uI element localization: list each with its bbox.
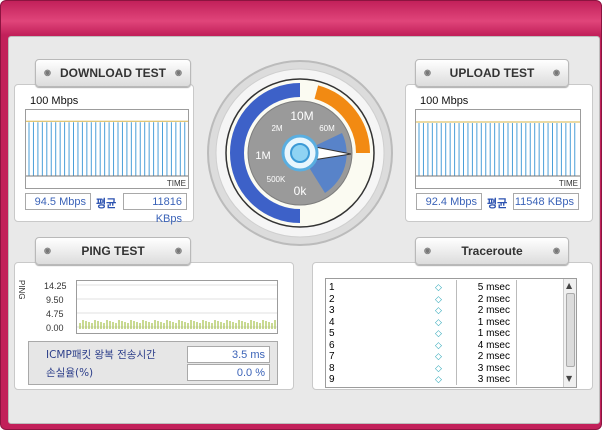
upload-graph: TIME <box>415 109 581 189</box>
gauge-label-60m: 60M <box>319 124 335 133</box>
gauge-label-1m: 1M <box>255 150 270 162</box>
traceroute-time: 1 msec <box>477 316 510 328</box>
traceroute-time: 1 msec <box>477 328 510 339</box>
traceroute-hop: 8 <box>329 362 335 374</box>
traceroute-hop-marker-icon: ◇ <box>435 316 442 327</box>
traceroute-row: 6 ◇ 4 msec <box>326 337 560 351</box>
tab-rivet-icon: ◉ <box>175 246 182 255</box>
icmp-value-field: 3.5 ms <box>187 346 270 363</box>
ping-tick-0: 14.25 <box>44 281 67 291</box>
traceroute-row: 8 ◇ 3 msec <box>326 360 560 374</box>
traceroute-tab[interactable]: ◉ Traceroute ◉ <box>415 237 569 265</box>
gauge-label-0k: 0k <box>294 184 308 198</box>
traceroute-row: 4 ◇ 1 msec <box>326 314 560 328</box>
scroll-up-icon[interactable]: ▲ <box>566 281 572 290</box>
traceroute-hop-marker-icon: ◇ <box>435 339 442 350</box>
scroll-down-icon[interactable]: ▼ <box>566 374 572 383</box>
download-title: DOWNLOAD TEST <box>60 66 166 80</box>
download-avg-label: 평균 <box>96 197 117 210</box>
traceroute-row: 2 ◇ 2 msec <box>326 291 560 305</box>
upload-test-tab[interactable]: ◉ UPLOAD TEST ◉ <box>415 59 569 87</box>
upload-bars <box>416 121 580 177</box>
traceroute-time: 2 msec <box>477 305 510 316</box>
ping-axis-label: PING <box>17 280 26 300</box>
traceroute-row: 1 ◇ 5 msec <box>326 280 560 293</box>
traceroute-row: 5 ◇ 1 msec <box>326 326 560 339</box>
traceroute-row: 9 ◇ 3 msec <box>326 372 560 385</box>
scroll-thumb[interactable] <box>566 293 575 367</box>
gauge-label-500k: 500K <box>267 175 286 184</box>
ping-title: PING TEST <box>81 244 145 258</box>
traceroute-hop-marker-icon: ◇ <box>435 293 442 304</box>
upload-title: UPLOAD TEST <box>449 66 535 80</box>
ping-tick-2: 4.75 <box>46 309 64 319</box>
upload-avg-field: 11548 KBps <box>513 193 579 210</box>
download-avg-field: 11816 KBps <box>123 193 187 225</box>
tab-rivet-icon: ◉ <box>175 68 182 77</box>
traceroute-hop-marker-icon: ◇ <box>435 362 442 373</box>
upload-time-label: TIME <box>558 179 578 188</box>
download-graph: TIME <box>25 109 189 189</box>
traceroute-hop: 2 <box>329 293 335 305</box>
traceroute-separator <box>516 372 517 385</box>
ping-bars <box>77 284 277 329</box>
loss-label: 손실율(%) <box>46 367 94 379</box>
download-time-label: TIME <box>166 179 186 188</box>
traceroute-separator <box>456 372 457 385</box>
traceroute-time: 2 msec <box>477 293 510 305</box>
traceroute-list[interactable]: 1 ◇ 5 msec 2 ◇ 2 msec 3 ◇ 2 msec 4 ◇ 1 msec 5 ◇ 1 msec… <box>325 278 577 388</box>
traceroute-row: 7 ◇ 2 msec <box>326 349 560 362</box>
tab-rivet-icon: ◉ <box>424 246 431 255</box>
download-bars <box>26 120 188 177</box>
tab-rivet-icon: ◉ <box>44 68 51 77</box>
traceroute-hop: 9 <box>329 374 335 385</box>
download-speed-field: 94.5 Mbps <box>25 193 91 210</box>
download-test-tab[interactable]: ◉ DOWNLOAD TEST ◉ <box>35 59 191 87</box>
speed-gauge: 10M 2M 60M 1M 500K 0k <box>207 60 393 246</box>
traceroute-hop-marker-icon: ◇ <box>435 374 442 384</box>
traceroute-hop-marker-icon: ◇ <box>435 328 442 338</box>
traceroute-hop-marker-icon: ◇ <box>435 351 442 361</box>
traceroute-time: 4 msec <box>477 339 510 351</box>
traceroute-hop: 5 <box>329 328 335 339</box>
traceroute-hop: 4 <box>329 316 335 328</box>
traceroute-title: Traceroute <box>461 244 523 258</box>
tab-rivet-icon: ◉ <box>553 68 560 77</box>
gauge-label-2m: 2M <box>271 124 282 133</box>
tab-rivet-icon: ◉ <box>44 246 51 255</box>
upload-avg-label: 평균 <box>487 197 508 210</box>
gauge-label-10m: 10M <box>290 109 313 123</box>
tab-rivet-icon: ◉ <box>424 68 431 77</box>
traceroute-scrollbar[interactable]: ▲ ▼ <box>563 279 576 387</box>
icmp-label: ICMP패킷 왕복 전송시간 <box>46 349 156 361</box>
ping-test-tab[interactable]: ◉ PING TEST ◉ <box>35 237 191 265</box>
traceroute-time: 3 msec <box>477 362 510 374</box>
traceroute-hop: 1 <box>329 282 335 293</box>
upload-scale-label: 100 Mbps <box>420 95 469 107</box>
traceroute-hop-marker-icon: ◇ <box>435 305 442 315</box>
ping-tick-3: 0.00 <box>46 323 64 333</box>
traceroute-time: 3 msec <box>477 374 510 385</box>
traceroute-row: 3 ◇ 2 msec <box>326 303 560 316</box>
ping-tick-1: 9.50 <box>46 295 64 305</box>
ping-graph <box>76 280 278 334</box>
traceroute-time: 5 msec <box>477 282 510 293</box>
loss-value-field: 0.0 % <box>187 364 270 381</box>
download-scale-label: 100 Mbps <box>30 95 79 107</box>
tab-rivet-icon: ◉ <box>553 246 560 255</box>
traceroute-time: 2 msec <box>477 351 510 362</box>
upload-speed-field: 92.4 Mbps <box>416 193 482 210</box>
traceroute-hop: 7 <box>329 351 335 362</box>
traceroute-hop-marker-icon: ◇ <box>435 282 442 292</box>
traceroute-hop: 6 <box>329 339 335 351</box>
traceroute-hop: 3 <box>329 305 335 316</box>
